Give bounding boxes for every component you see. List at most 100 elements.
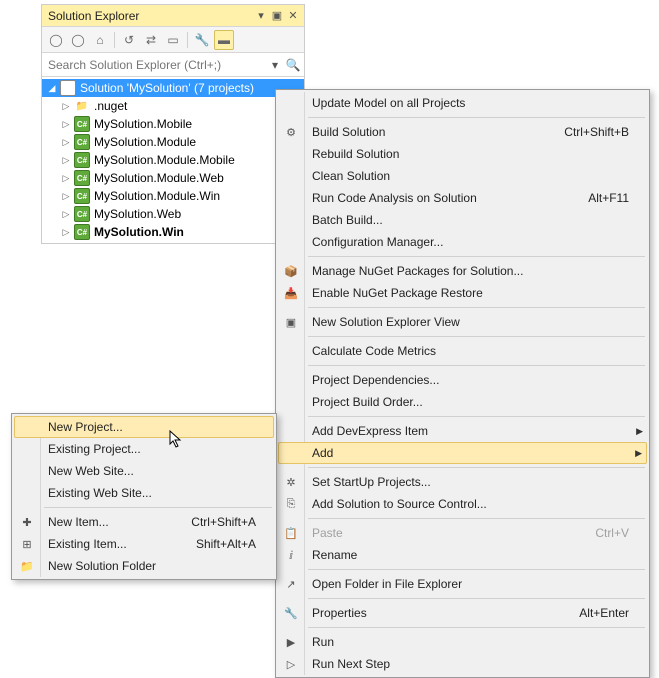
properties-button[interactable]: 🔧 [192,30,212,50]
close-icon[interactable]: ✕ [286,9,300,23]
solution-icon: ▫ [60,80,76,96]
menu-item-label: Build Solution [312,125,564,139]
menu-item[interactable]: Calculate Code Metrics [278,340,647,362]
back-button[interactable]: ◯ [46,30,66,50]
menu-item[interactable]: Project Build Order... [278,391,647,413]
expand-icon[interactable]: ▷ [60,173,72,184]
csproj-icon: C# [74,134,90,150]
menu-item-label: Set StartUp Projects... [312,475,629,489]
tree-item[interactable]: ▷C#MySolution.Module.Win [56,187,304,205]
nuget-icon: 📦 [282,262,300,280]
menu-item[interactable]: Batch Build... [278,209,647,231]
sync-button[interactable]: ↺ [119,30,139,50]
forward-button[interactable]: ◯ [68,30,88,50]
expand-icon[interactable]: ▷ [60,209,72,220]
menu-item-shortcut: Ctrl+Shift+B [564,125,629,139]
csproj-icon: C# [74,116,90,132]
menu-item-label: Enable NuGet Package Restore [312,286,629,300]
tree-item-label: MySolution.Module.Mobile [92,153,235,167]
tree-root-label: Solution 'MySolution' (7 projects) [78,81,254,95]
menu-item-label: Properties [312,606,579,620]
tree-root[interactable]: ◢ ▫ Solution 'MySolution' (7 projects) [42,79,304,97]
tree-item[interactable]: ▷C#MySolution.Module.Mobile [56,151,304,169]
menu-item[interactable]: ✚New Item...Ctrl+Shift+A [14,511,274,533]
menu-separator [308,336,645,337]
wrench-icon: 🔧 [282,604,300,622]
menu-item-label: Existing Project... [48,442,256,456]
tree-item[interactable]: ▷C#MySolution.Web [56,205,304,223]
menu-item[interactable]: ▶Run [278,631,647,653]
menu-item[interactable]: Clean Solution [278,165,647,187]
menu-item[interactable]: 📋PasteCtrl+V [278,522,647,544]
menu-item[interactable]: ⎘Add Solution to Source Control... [278,493,647,515]
expand-icon[interactable]: ▷ [60,191,72,202]
panel-toolbar: ◯ ◯ ⌂ ↺ ⇄ ▭ 🔧 ▬ [42,27,304,53]
folder-open-icon: ↗ [282,575,300,593]
tree-item[interactable]: ▷📁.nuget [56,97,304,115]
menu-item[interactable]: ⊞Existing Item...Shift+Alt+A [14,533,274,555]
menu-separator [308,569,645,570]
menu-separator [308,117,645,118]
paste-icon: 📋 [282,524,300,542]
menu-item[interactable]: ✲Set StartUp Projects... [278,471,647,493]
menu-item-label: Clean Solution [312,169,629,183]
menu-item[interactable]: Add▶ [278,442,647,464]
menu-item[interactable]: Add DevExpress Item ▶ [278,420,647,442]
expand-icon[interactable]: ◢ [46,83,58,94]
menu-item[interactable]: 📦Manage NuGet Packages for Solution... [278,260,647,282]
menu-item[interactable]: Existing Project... [14,438,274,460]
search-input[interactable] [44,55,266,75]
expand-icon[interactable]: ▷ [60,137,72,148]
menu-item[interactable]: 🔧PropertiesAlt+Enter [278,602,647,624]
home-button[interactable]: ⌂ [90,30,110,50]
expand-icon[interactable]: ▷ [60,227,72,238]
menu-separator [308,365,645,366]
submenu-arrow-icon: ▶ [636,426,643,437]
menu-item-label: Rebuild Solution [312,147,629,161]
menu-item[interactable]: Update Model on all Projects [278,92,647,114]
new-view-icon: ▣ [282,313,300,331]
dropdown-icon[interactable]: ▾ [254,9,268,23]
tree-item-label: .nuget [92,99,127,113]
collapse-button[interactable]: ▭ [163,30,183,50]
search-go-icon[interactable]: 🔍 [284,55,302,75]
run-icon: ▶ [282,633,300,651]
menu-item[interactable]: 📥Enable NuGet Package Restore [278,282,647,304]
pin-icon[interactable]: ▣ [270,9,284,23]
menu-item[interactable]: ↗Open Folder in File Explorer [278,573,647,595]
menu-item[interactable]: ⚙Build SolutionCtrl+Shift+B [278,121,647,143]
tree-item-label: MySolution.Mobile [92,117,192,131]
menu-item[interactable]: ▣New Solution Explorer View [278,311,647,333]
menu-item-shortcut: Alt+F11 [588,191,629,205]
menu-separator [308,627,645,628]
menu-item-label: Add DevExpress Item [312,424,629,438]
menu-item[interactable]: Existing Web Site... [14,482,274,504]
context-menu: Update Model on all Projects ⚙Build Solut… [275,89,650,678]
menu-item[interactable]: 📁New Solution Folder [14,555,274,577]
menu-item[interactable]: ⅈRename [278,544,647,566]
panel-title: Solution Explorer [46,9,254,23]
menu-item[interactable]: ▷Run Next Step [278,653,647,675]
menu-item[interactable]: New Web Site... [14,460,274,482]
tree-item[interactable]: ▷C#MySolution.Module.Web [56,169,304,187]
menu-separator [308,256,645,257]
menu-item-label: Calculate Code Metrics [312,344,629,358]
tree-item[interactable]: ▷C#MySolution.Mobile [56,115,304,133]
menu-item[interactable]: New Project... [14,416,274,438]
menu-item[interactable]: Configuration Manager... [278,231,647,253]
menu-separator [44,507,272,508]
tree-item[interactable]: ▷C#MySolution.Win [56,223,304,241]
menu-item[interactable]: Run Code Analysis on SolutionAlt+F11 [278,187,647,209]
solution-tree: ◢ ▫ Solution 'MySolution' (7 projects) ▷… [42,77,304,243]
preview-button[interactable]: ▬ [214,30,234,50]
expand-icon[interactable]: ▷ [60,155,72,166]
expand-icon[interactable]: ▷ [60,119,72,130]
refresh-button[interactable]: ⇄ [141,30,161,50]
expand-icon[interactable]: ▷ [60,101,72,112]
menu-item-label: Run Code Analysis on Solution [312,191,588,205]
menu-item-label: Paste [312,526,595,540]
menu-item[interactable]: Rebuild Solution [278,143,647,165]
tree-item[interactable]: ▷C#MySolution.Module [56,133,304,151]
search-dropdown-icon[interactable]: ▾ [266,55,284,75]
menu-item[interactable]: Project Dependencies... [278,369,647,391]
